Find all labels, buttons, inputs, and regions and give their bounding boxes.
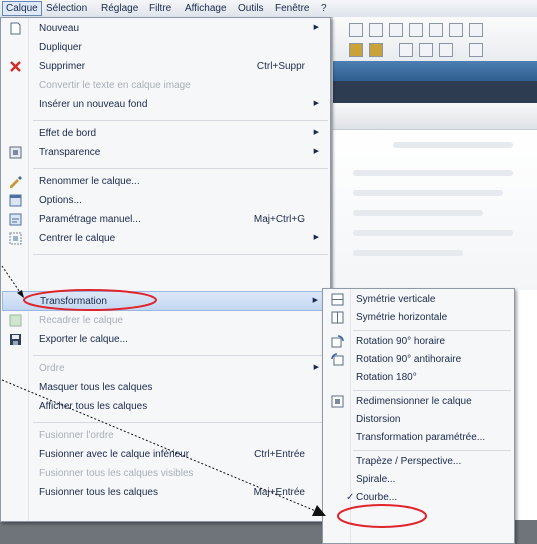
submenu-item-spirale[interactable]: Spirale... — [324, 471, 513, 489]
submenu-item-trapeze[interactable]: Trapèze / Perspective... — [324, 453, 513, 471]
menu-outils[interactable]: Outils — [235, 2, 267, 15]
submenu-arrow-icon: ▶ — [313, 129, 319, 136]
menu-separator — [353, 450, 511, 451]
menu-item-ordre[interactable]: Ordre ▶ — [2, 359, 329, 379]
menu-affichage[interactable]: Affichage — [182, 2, 230, 15]
submenu-arrow-icon: ▶ — [313, 364, 319, 371]
menu-item-transparence[interactable]: Transparence ▶ — [2, 143, 329, 163]
menu-item-masquer-calques[interactable]: Masquer tous les calques — [2, 378, 329, 398]
menu-item-effet-de-bord[interactable]: Effet de bord ▶ — [2, 124, 329, 144]
toolbar — [333, 17, 537, 62]
tool-icon[interactable] — [429, 23, 443, 37]
menu-item-fusionner-tous[interactable]: Fusionner tous les calques Maj+Entrée — [2, 483, 329, 503]
menu-selection[interactable]: Sélection — [43, 2, 90, 15]
menubar: Calque Sélection Réglage Filtre Affichag… — [0, 0, 537, 18]
blurred-text — [353, 190, 503, 196]
blurred-text — [353, 170, 513, 176]
menu-separator — [33, 120, 328, 121]
rename-icon — [10, 176, 22, 188]
menu-item-recadrer[interactable]: Recadrer le calque — [2, 311, 329, 331]
menu-item-afficher-calques[interactable]: Afficher tous les calques — [2, 397, 329, 417]
menu-item-parametrage-manuel[interactable]: Paramétrage manuel... Maj+Ctrl+G — [2, 210, 329, 230]
menu-item-nouveau[interactable]: Nouveau ▶ — [2, 19, 329, 39]
tool-icon[interactable] — [369, 43, 383, 57]
tool-icon[interactable] — [349, 43, 363, 57]
menu-item-transformation[interactable]: Transformation ▶ — [2, 291, 329, 311]
menu-item-exporter[interactable]: Exporter le calque... — [2, 330, 329, 350]
menu-item-convertir-texte[interactable]: Convertir le texte en calque image — [2, 76, 329, 96]
menu-separator — [33, 355, 328, 356]
menu-help[interactable]: ? — [318, 2, 330, 15]
blurred-text — [353, 210, 483, 216]
submenu-item-rotation-horaire[interactable]: Rotation 90° horaire — [324, 333, 513, 351]
menu-item-fusionner-visibles[interactable]: Fusionner tous les calques visibles — [2, 464, 329, 484]
submenu-arrow-icon: ▶ — [313, 148, 319, 155]
menu-item-inserer-fond[interactable]: Insérer un nouveau fond ▶ — [2, 95, 329, 115]
blurred-text — [393, 142, 513, 148]
submenu-item-rotation-antihoraire[interactable]: Rotation 90° antihoraire — [324, 351, 513, 369]
document-area — [333, 130, 537, 290]
transformation-submenu: Symétrie verticale Symétrie horizontale … — [322, 288, 515, 544]
save-icon — [10, 334, 21, 345]
menu-separator — [353, 330, 511, 331]
menu-separator — [33, 168, 328, 169]
toolbar-dark — [333, 81, 537, 103]
menu-fenetre[interactable]: Fenêtre — [272, 2, 312, 15]
submenu-item-redimensionner[interactable]: Redimensionner le calque — [324, 393, 513, 411]
menu-separator — [33, 422, 328, 423]
submenu-arrow-icon: ▶ — [313, 24, 319, 31]
tool-icon[interactable] — [409, 23, 423, 37]
calque-menu: Nouveau ▶ Dupliquer Supprimer Ctrl+Suppr… — [0, 17, 331, 522]
submenu-arrow-icon: ▶ — [312, 297, 318, 304]
submenu-item-courbe[interactable]: ✓ Courbe... — [324, 489, 513, 507]
menu-item-dupliquer[interactable]: Dupliquer — [2, 38, 329, 58]
crop-icon — [9, 314, 22, 327]
menu-item-options[interactable]: Options... — [2, 191, 329, 211]
toolbar-band — [333, 61, 537, 81]
flip-horizontal-icon — [331, 311, 344, 324]
transparency-icon — [9, 146, 22, 159]
tool-icon[interactable] — [389, 23, 403, 37]
center-icon — [9, 232, 22, 245]
menu-separator — [33, 254, 328, 255]
menu-filtre[interactable]: Filtre — [146, 2, 174, 15]
rotate-cw-icon — [331, 335, 344, 348]
submenu-item-rotation-180[interactable]: Rotation 180° — [324, 369, 513, 387]
menu-reglage[interactable]: Réglage — [98, 2, 141, 15]
submenu-item-symetrie-verticale[interactable]: Symétrie verticale — [324, 291, 513, 309]
submenu-item-transformation-parametree[interactable]: Transformation paramétrée... — [324, 429, 513, 447]
submenu-item-symetrie-horizontale[interactable]: Symétrie horizontale — [324, 309, 513, 327]
resize-icon — [331, 395, 344, 408]
new-page-icon — [10, 22, 21, 35]
tool-icon[interactable] — [439, 43, 453, 57]
delete-x-icon — [10, 61, 21, 72]
manual-settings-icon — [9, 213, 22, 226]
blurred-text — [353, 250, 463, 256]
tool-icon[interactable] — [349, 23, 363, 37]
menu-item-fusionner-ordre[interactable]: Fusionner l'ordre — [2, 426, 329, 446]
submenu-arrow-icon: ▶ — [313, 234, 319, 241]
blurred-text — [353, 230, 513, 236]
rotate-ccw-icon — [331, 353, 344, 366]
toolbar-light — [333, 103, 537, 130]
submenu-arrow-icon: ▶ — [313, 100, 319, 107]
tool-icon[interactable] — [469, 43, 483, 57]
menu-item-renommer[interactable]: Renommer le calque... — [2, 172, 329, 192]
tool-icon[interactable] — [369, 23, 383, 37]
menu-item-supprimer[interactable]: Supprimer Ctrl+Suppr — [2, 57, 329, 77]
tool-icon[interactable] — [419, 43, 433, 57]
menu-item-centrer[interactable]: Centrer le calque ▶ — [2, 229, 329, 249]
options-icon — [9, 194, 22, 207]
tool-icon[interactable] — [399, 43, 413, 57]
menu-separator — [353, 390, 511, 391]
menu-calque[interactable]: Calque — [2, 1, 42, 16]
submenu-item-distorsion[interactable]: Distorsion — [324, 411, 513, 429]
menu-item-fusionner-inferieur[interactable]: Fusionner avec le calque inférieur Ctrl+… — [2, 445, 329, 465]
flip-vertical-icon — [331, 293, 344, 306]
tool-icon[interactable] — [469, 23, 483, 37]
tool-icon[interactable] — [449, 23, 463, 37]
